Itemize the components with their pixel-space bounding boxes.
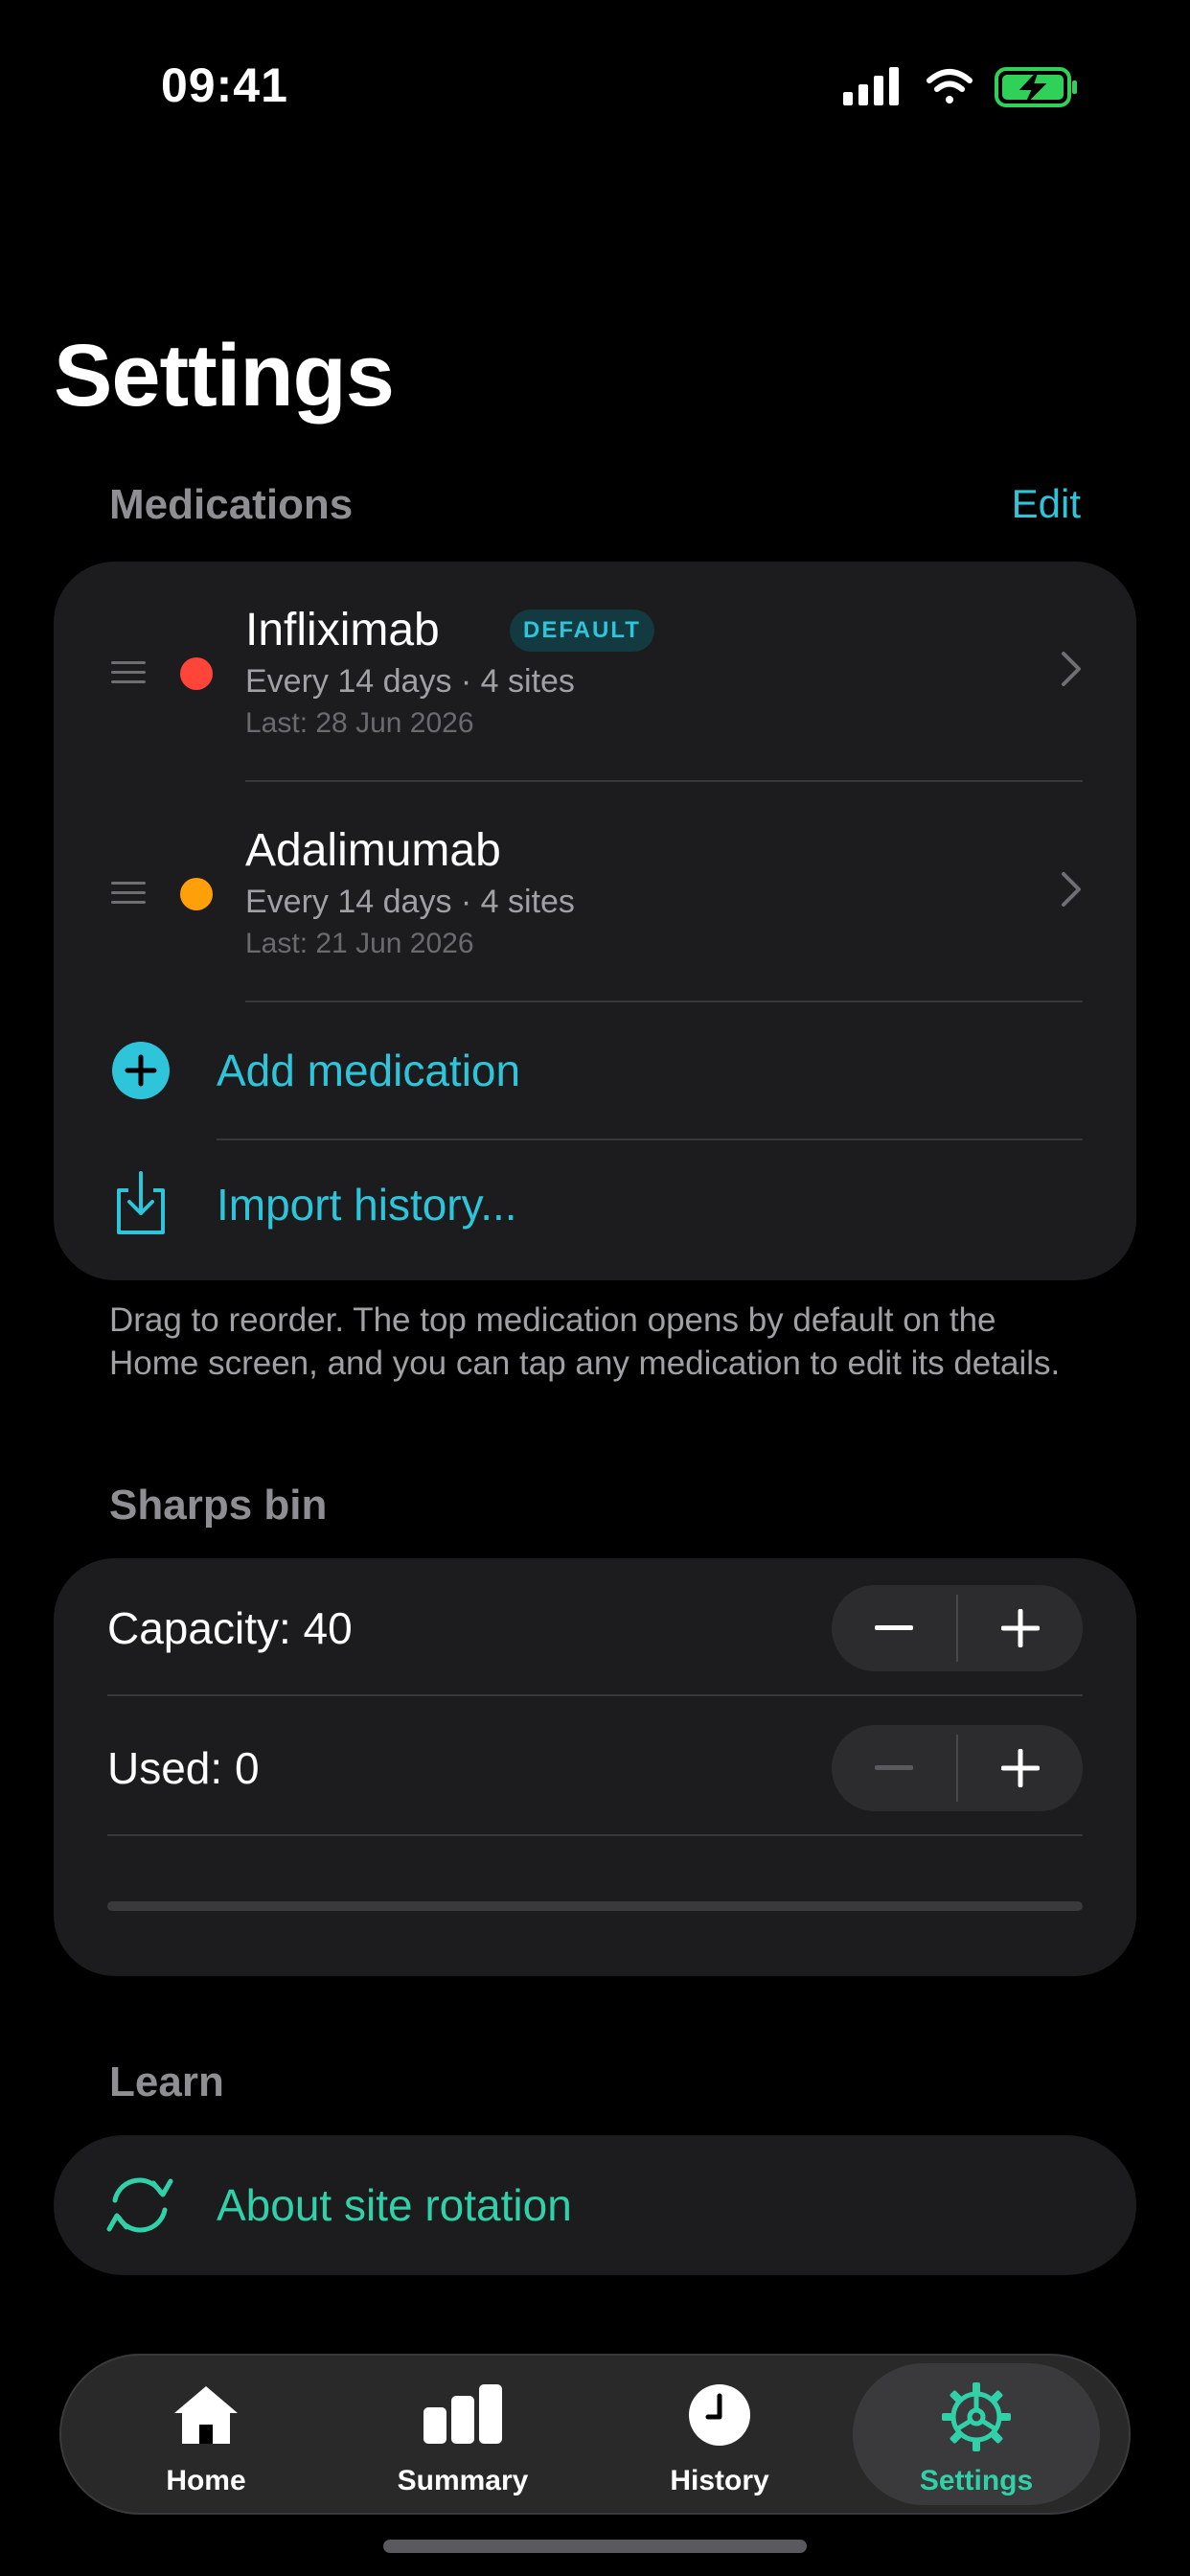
tab-label: Home [166,2465,246,2496]
import-history-button[interactable]: Import history... [54,1140,1136,1275]
about-site-rotation-button[interactable]: About site rotation [54,2135,1136,2275]
wifi-icon [927,69,973,104]
medication-name: Adalimumab [245,825,501,876]
add-medication-label: Add medication [217,1046,521,1095]
battery-icon [995,67,1077,107]
sharps-bin-card: Capacity: 40 Used: 0 [54,1558,1136,1976]
medication-color-dot [180,657,213,690]
clock-icon [689,2384,750,2446]
add-medication-button[interactable]: Add medication [54,1002,1136,1137]
medication-schedule: Every 14 days · 4 sites [245,663,575,700]
page-title: Settings [54,327,395,425]
medications-header: Medications [109,481,354,528]
tab-label: Settings [919,2465,1034,2496]
status-icons-svg [843,67,1077,107]
chevron-right-icon [1060,650,1083,699]
tab-settings[interactable]: Settings [853,2363,1100,2505]
edit-button[interactable]: Edit [1012,481,1081,527]
used-decrement-button[interactable] [832,1725,956,1811]
used-increment-button[interactable] [958,1725,1083,1811]
medication-row-adalimumab[interactable]: Adalimumab Every 14 days · 4 sites Last:… [54,782,1136,1002]
separator [107,1694,1083,1696]
status-icons [841,63,1081,111]
drag-handle-icon[interactable] [111,661,146,690]
capacity-label: Capacity: 40 [107,1603,353,1653]
plus-icon [1001,1609,1040,1647]
gear-icon [942,2382,1011,2451]
minus-icon [875,1625,913,1630]
medications-card: Infliximab DEFAULT Every 14 days · 4 sit… [54,562,1136,1280]
home-indicator [383,2540,807,2553]
tab-label: Summary [397,2465,529,2496]
used-label: Used: 0 [107,1743,260,1793]
import-icon [117,1171,165,1234]
bar-chart-icon [423,2384,502,2444]
import-history-label: Import history... [217,1180,517,1230]
chevron-right-icon [1060,870,1083,919]
medication-name: Infliximab [245,605,440,656]
tab-bar: Home Summary History Settings [59,2354,1131,2515]
tab-home[interactable]: Home [82,2363,330,2505]
medication-row-infliximab[interactable]: Infliximab DEFAULT Every 14 days · 4 sit… [54,562,1136,782]
plus-icon [1001,1749,1040,1787]
medications-footnote: Drag to reorder. The top medication open… [109,1301,1061,1382]
signal-icon [843,67,899,105]
sharps-progress-bar [107,1901,1083,1911]
capacity-increment-button[interactable] [958,1585,1083,1671]
tab-label: History [670,2465,769,2496]
about-site-rotation-label: About site rotation [217,2180,572,2230]
rotation-arrows-icon [106,2177,173,2233]
tab-summary[interactable]: Summary [339,2363,586,2505]
status-time: 09:41 [161,58,288,112]
medication-last: Last: 28 Jun 2026 [245,707,474,739]
sharps-bin-header: Sharps bin [109,1482,328,1529]
used-stepper [832,1725,1083,1811]
house-icon [174,2386,238,2444]
separator [107,1834,1083,1836]
plus-circle-icon [112,1042,170,1099]
drag-handle-icon[interactable] [111,882,146,910]
learn-header: Learn [109,2058,224,2105]
medication-schedule: Every 14 days · 4 sites [245,884,575,920]
medication-color-dot [180,878,213,910]
medication-last: Last: 21 Jun 2026 [245,928,474,959]
tab-history[interactable]: History [596,2363,843,2505]
capacity-stepper [832,1585,1083,1671]
minus-icon [875,1765,913,1770]
capacity-decrement-button[interactable] [832,1585,956,1671]
default-badge: DEFAULT [510,610,654,652]
